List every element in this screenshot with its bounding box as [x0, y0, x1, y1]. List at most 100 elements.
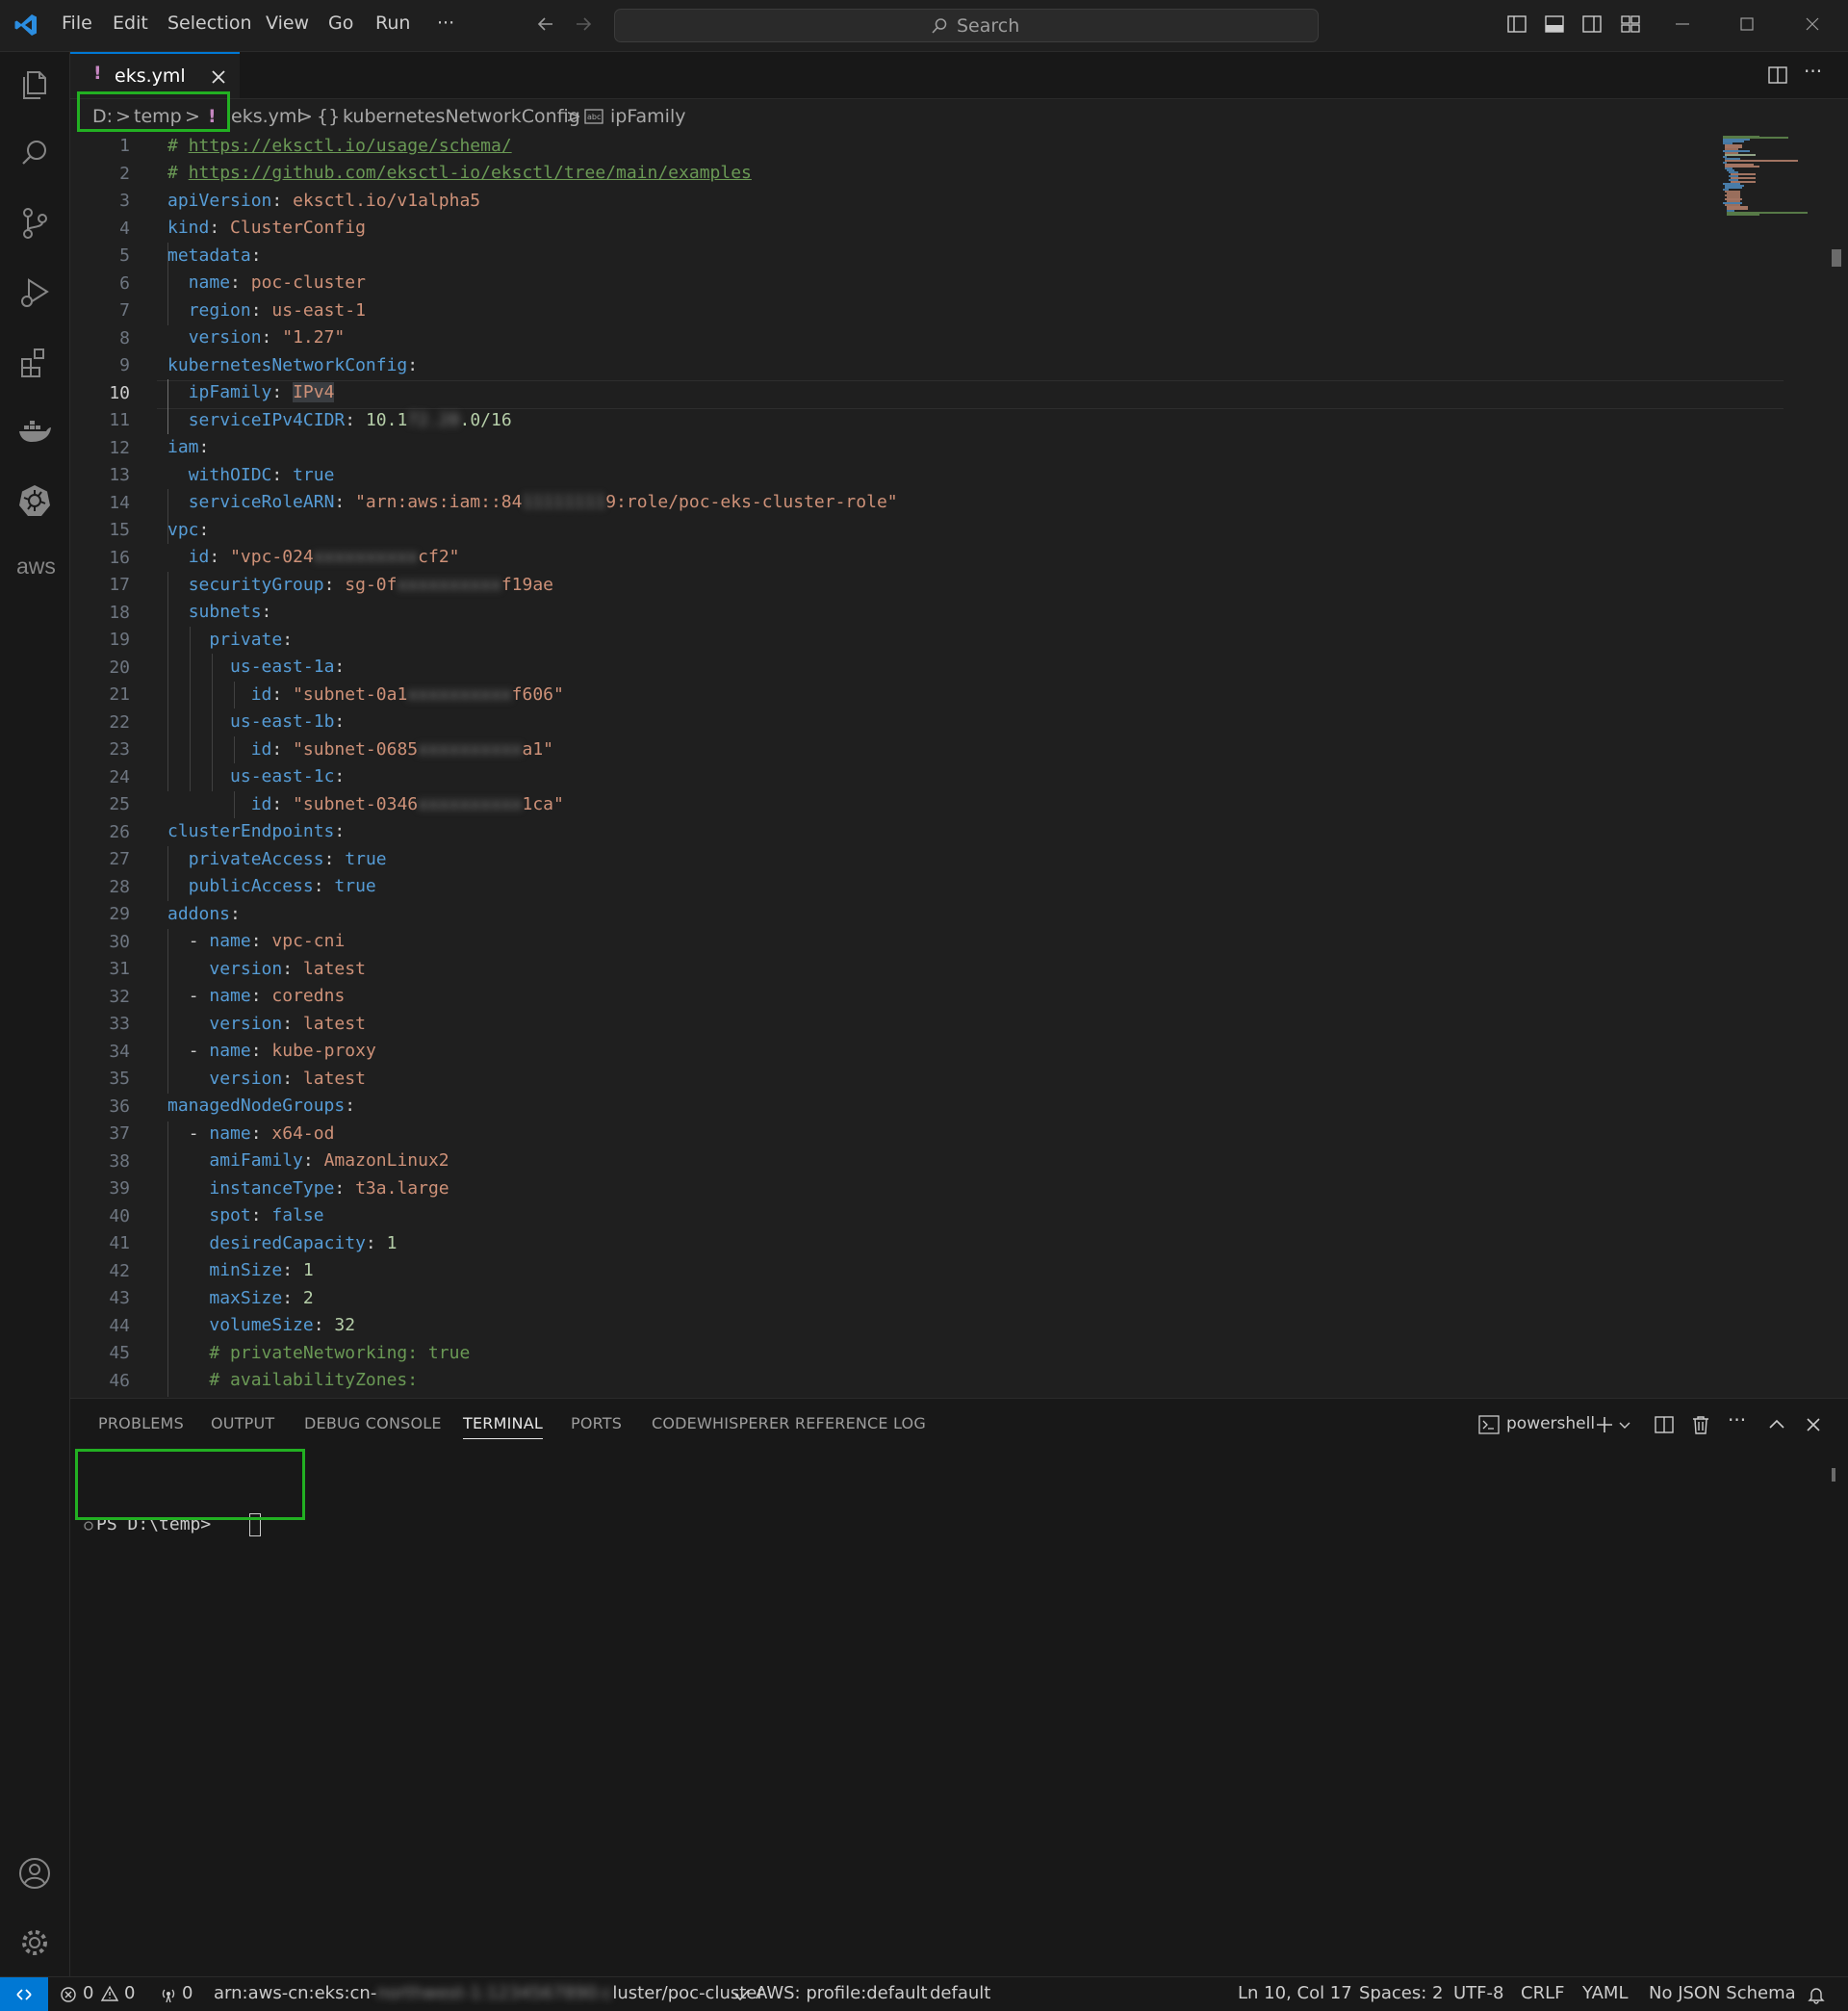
line-number: 17 — [109, 575, 130, 595]
line-number: 11 — [109, 410, 130, 430]
menu-view[interactable]: View — [266, 13, 309, 34]
maximize-panel-icon[interactable] — [1766, 1414, 1787, 1435]
run-and-debug-icon[interactable] — [16, 274, 53, 311]
toggle-panel-icon[interactable] — [1544, 13, 1565, 35]
breadcrumb-object[interactable]: kubernetesNetworkConfig — [343, 106, 580, 127]
line-number: 5 — [119, 245, 130, 266]
close-tab-icon[interactable] — [211, 69, 226, 85]
line-number: 2 — [119, 164, 130, 184]
line-number: 24 — [109, 767, 130, 787]
tab-terminal[interactable]: TERMINAL — [463, 1414, 543, 1439]
arrow-back-icon[interactable] — [535, 13, 556, 35]
indentation[interactable]: Spaces: 2 — [1359, 1983, 1443, 2003]
arrow-forward-icon[interactable] — [573, 13, 594, 35]
examples-link[interactable]: https://github.com/eksctl-io/eksctl/tree… — [189, 163, 752, 183]
redacted-text: xxxxxxxxxx — [407, 684, 512, 705]
line-number: 33 — [109, 1014, 130, 1034]
codewhisperer-profile[interactable]: default — [930, 1983, 990, 2003]
redacted-text: 72.20 — [407, 410, 460, 430]
minimap[interactable] — [1721, 136, 1817, 230]
code-editor[interactable]: 1 2 3 4 5 6 7 8 9 10 11 12 13 14 15 16 17 18 19 20 21 22 23 24 2… — [70, 136, 1848, 1397]
tab-codewhisperer-reference-log[interactable]: CODEWHISPERER REFERENCE LOG — [652, 1414, 926, 1432]
eks-cluster-arn[interactable]: arn:aws-cn:eks:cn-northwest-1:1234567890… — [214, 1983, 764, 2003]
aws-toolkit-icon[interactable]: aws — [16, 554, 56, 580]
command-decoration-icon — [84, 1521, 93, 1531]
line-number: 41 — [109, 1233, 130, 1253]
ports-count[interactable]: 0 — [182, 1983, 192, 2003]
breadcrumb-file[interactable]: eks.yml — [231, 106, 302, 127]
explorer-icon[interactable] — [16, 66, 53, 103]
line-number: 7 — [119, 300, 130, 321]
annotation-highlight-breadcrumb — [77, 91, 230, 132]
toggle-primary-sidebar-icon[interactable] — [1506, 13, 1527, 35]
command-center-search[interactable]: Search — [614, 9, 1319, 42]
more-actions-icon[interactable]: ··· — [1804, 60, 1822, 83]
terminal-shell-name[interactable]: powershell — [1506, 1414, 1595, 1433]
menu-more[interactable]: ··· — [437, 13, 454, 34]
menu-selection[interactable]: Selection — [167, 13, 252, 34]
breadcrumb: D: > temp > ! eks.yml > {} kubernetesNet… — [70, 99, 1848, 136]
aws-connection[interactable]: AWS: profile:default — [756, 1983, 928, 2003]
terminal-area[interactable]: PS D:\temp> — [83, 1449, 1835, 1969]
line-number: 4 — [119, 219, 130, 239]
line-number: 18 — [109, 603, 130, 623]
customize-layout-icon[interactable] — [1620, 13, 1641, 35]
menu-file[interactable]: File — [62, 13, 92, 34]
vscode-logo-icon — [14, 14, 37, 36]
extensions-icon[interactable] — [16, 344, 53, 380]
toggle-secondary-sidebar-icon[interactable] — [1581, 13, 1603, 35]
error-count[interactable]: 0 — [83, 1983, 93, 2003]
menu-edit[interactable]: Edit — [113, 13, 148, 34]
editor-scrollbar-thumb[interactable] — [1832, 249, 1841, 267]
title-bar: File Edit Selection View Go Run ··· Sear… — [0, 0, 1848, 52]
breadcrumb-key[interactable]: ipFamily — [610, 106, 685, 127]
search-icon[interactable] — [16, 136, 53, 172]
chevron-down-icon[interactable] — [1618, 1418, 1631, 1431]
end-of-line[interactable]: CRLF — [1521, 1983, 1564, 2003]
docker-icon[interactable] — [16, 413, 53, 450]
tab-debug-console[interactable]: DEBUG CONSOLE — [304, 1414, 442, 1432]
trash-icon[interactable] — [1690, 1414, 1711, 1435]
line-number: 16 — [109, 548, 130, 568]
cursor-position[interactable]: Ln 10, Col 17 — [1238, 1983, 1352, 2003]
tab-output[interactable]: OUTPUT — [211, 1414, 274, 1432]
line-number: 21 — [109, 684, 130, 705]
chevron-right-icon: > — [566, 106, 581, 127]
split-editor-icon[interactable] — [1767, 64, 1788, 86]
line-number: 42 — [109, 1261, 130, 1281]
remote-indicator[interactable] — [0, 1977, 48, 2011]
warning-count[interactable]: 0 — [124, 1983, 135, 2003]
schema-link[interactable]: https://eksctl.io/usage/schema/ — [189, 136, 512, 156]
line-number: 22 — [109, 712, 130, 733]
maximize-icon[interactable] — [1736, 13, 1758, 35]
line-number: 31 — [109, 959, 130, 979]
line-number: 3 — [119, 191, 130, 211]
redacted-text: xxxxxxxxxx — [418, 794, 523, 814]
language-mode[interactable]: YAML — [1582, 1983, 1628, 2003]
close-window-icon[interactable] — [1802, 13, 1823, 35]
notifications-bell-icon[interactable] — [1807, 1985, 1826, 2004]
encoding[interactable]: UTF-8 — [1453, 1983, 1503, 2003]
current-line-highlight — [157, 380, 1784, 409]
menu-go[interactable]: Go — [328, 13, 353, 34]
warning-icon — [100, 1985, 119, 2001]
yaml-modified-icon: ! — [93, 63, 102, 84]
kubernetes-icon[interactable] — [16, 482, 53, 519]
line-number: 15 — [109, 520, 130, 540]
minimize-icon[interactable] — [1672, 13, 1693, 35]
tab-ports[interactable]: PORTS — [571, 1414, 622, 1432]
source-control-icon[interactable] — [16, 205, 53, 242]
new-terminal-plus-icon[interactable] — [1594, 1414, 1615, 1435]
more-actions-icon[interactable]: ··· — [1728, 1408, 1746, 1431]
manage-gear-icon[interactable] — [16, 1924, 53, 1961]
menu-run[interactable]: Run — [375, 13, 410, 34]
terminal-shell-icon — [1478, 1415, 1500, 1434]
json-schema-status[interactable]: No JSON Schema — [1649, 1983, 1796, 2003]
accounts-icon[interactable] — [16, 1855, 53, 1892]
split-terminal-icon[interactable] — [1654, 1414, 1675, 1435]
close-panel-icon[interactable] — [1803, 1414, 1824, 1435]
terminal-scrollbar[interactable] — [1832, 1468, 1835, 1482]
line-number: 27 — [109, 849, 130, 869]
redacted-text: xxxxxxxxxx — [397, 575, 501, 595]
tab-problems[interactable]: PROBLEMS — [98, 1414, 184, 1432]
